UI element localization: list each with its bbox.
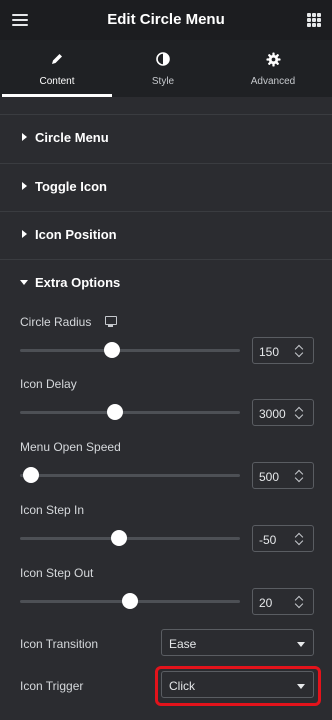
spinner-icon[interactable] bbox=[294, 344, 304, 358]
icon-transition-label: Icon Transition bbox=[20, 637, 99, 651]
slider-thumb[interactable] bbox=[111, 530, 127, 546]
tab-label: Style bbox=[151, 76, 175, 87]
panel-title: Edit Circle Menu bbox=[107, 11, 225, 28]
input-value: 500 bbox=[259, 470, 280, 484]
gear-icon bbox=[218, 52, 328, 68]
tab-bar: Content Style Advanced bbox=[0, 40, 332, 97]
section-extra-options[interactable]: Extra Options bbox=[0, 259, 332, 307]
spinner-icon[interactable] bbox=[294, 532, 304, 546]
top-bar: Edit Circle Menu bbox=[0, 0, 332, 40]
icon-step-out-input[interactable]: 20 bbox=[252, 588, 314, 615]
slider-thumb[interactable] bbox=[106, 404, 123, 420]
icon-step-in-slider[interactable] bbox=[20, 530, 240, 546]
icon-trigger-label: Icon Trigger bbox=[20, 679, 84, 693]
caret-down-icon bbox=[20, 280, 28, 285]
select-value: Ease bbox=[169, 637, 197, 651]
input-value: 20 bbox=[259, 596, 273, 610]
caret-right-icon bbox=[22, 230, 27, 238]
slider-thumb[interactable] bbox=[104, 342, 121, 358]
input-value: 3000 bbox=[259, 407, 286, 421]
caret-right-icon bbox=[22, 133, 27, 141]
tab-content[interactable]: Content bbox=[2, 40, 112, 97]
slider-thumb[interactable] bbox=[23, 467, 39, 483]
desktop-icon[interactable] bbox=[105, 316, 117, 327]
icon-delay-label: Icon Delay bbox=[20, 377, 77, 391]
menu-open-speed-label: Menu Open Speed bbox=[20, 440, 121, 454]
spinner-icon[interactable] bbox=[294, 469, 304, 483]
pencil-icon bbox=[2, 52, 112, 68]
section-icon-position[interactable]: Icon Position bbox=[0, 211, 332, 259]
section-toggle-icon[interactable]: Toggle Icon bbox=[0, 163, 332, 211]
section-label: Icon Position bbox=[35, 227, 117, 242]
menu-open-speed-input[interactable]: 500 bbox=[252, 462, 314, 489]
input-value: 150 bbox=[259, 345, 280, 359]
icon-step-out-slider[interactable] bbox=[20, 593, 240, 609]
chevron-down-icon bbox=[297, 642, 305, 647]
tab-label: Content bbox=[39, 76, 75, 87]
input-value: -50 bbox=[259, 533, 277, 547]
icon-delay-slider[interactable] bbox=[20, 404, 240, 420]
section-circle-menu[interactable]: Circle Menu bbox=[0, 114, 332, 162]
icon-step-out-label: Icon Step Out bbox=[20, 566, 94, 580]
slider-thumb[interactable] bbox=[122, 593, 138, 609]
half-circle-icon bbox=[108, 52, 218, 68]
section-label: Extra Options bbox=[35, 275, 121, 290]
tab-advanced[interactable]: Advanced bbox=[218, 40, 328, 97]
circle-radius-input[interactable]: 150 bbox=[252, 337, 314, 364]
circle-radius-slider[interactable] bbox=[20, 342, 240, 358]
icon-step-in-label: Icon Step In bbox=[20, 503, 85, 517]
section-label: Toggle Icon bbox=[35, 179, 107, 194]
tab-style[interactable]: Style bbox=[108, 40, 218, 97]
tab-label: Advanced bbox=[250, 76, 296, 87]
caret-right-icon bbox=[22, 182, 27, 190]
circle-radius-label: Circle Radius bbox=[20, 315, 92, 329]
icon-delay-input[interactable]: 3000 bbox=[252, 399, 314, 426]
menu-open-speed-slider[interactable] bbox=[20, 467, 240, 483]
icon-step-in-input[interactable]: -50 bbox=[252, 525, 314, 552]
icon-transition-select[interactable]: Ease bbox=[161, 629, 314, 656]
spinner-icon[interactable] bbox=[294, 406, 304, 420]
grid-icon[interactable] bbox=[307, 13, 321, 27]
highlight-box bbox=[155, 666, 321, 706]
section-label: Circle Menu bbox=[35, 130, 109, 145]
spinner-icon[interactable] bbox=[294, 595, 304, 609]
